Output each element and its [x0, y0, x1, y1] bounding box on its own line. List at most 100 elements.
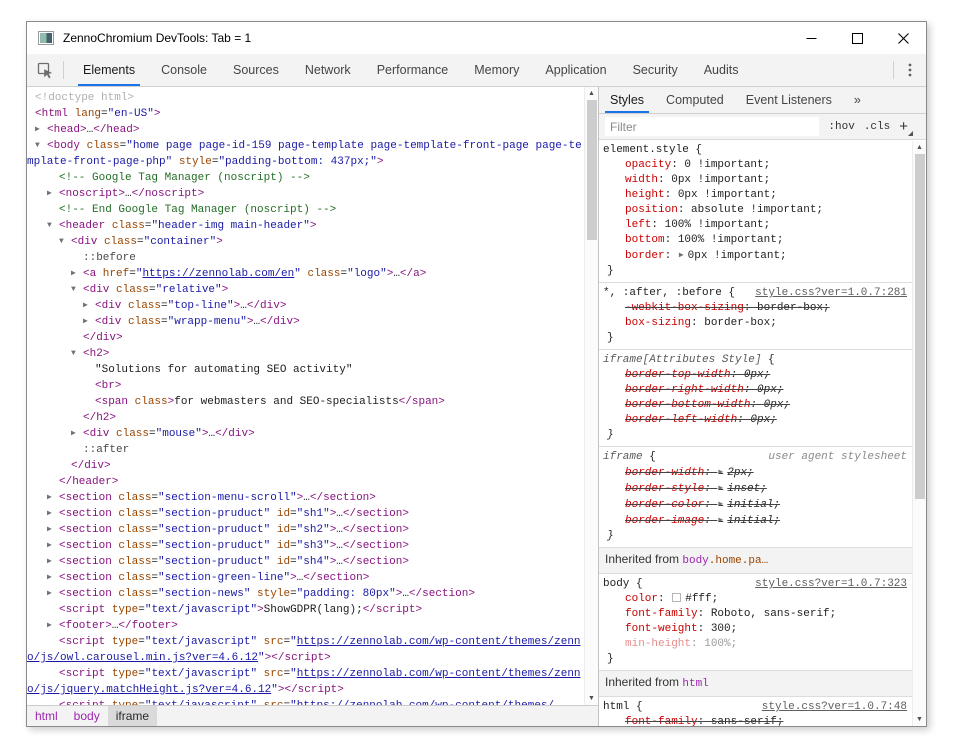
collapse-arrow-icon[interactable]: ▼: [59, 234, 71, 250]
dom-tree-line[interactable]: </div>: [27, 458, 584, 474]
rule-selector[interactable]: html: [603, 700, 629, 715]
styles-scrollbar[interactable]: ▲ ▼: [912, 141, 926, 726]
expand-arrow-icon[interactable]: ▶: [71, 266, 83, 282]
scroll-down-icon[interactable]: ▼: [585, 692, 598, 705]
tab-audits[interactable]: Audits: [691, 54, 752, 86]
sidebar-tab-styles[interactable]: Styles: [599, 87, 655, 113]
sidebar-tab-event-listeners[interactable]: Event Listeners: [735, 87, 843, 113]
more-tabs-icon[interactable]: »: [843, 87, 872, 113]
expand-value-icon[interactable]: ▶: [718, 484, 723, 493]
css-property[interactable]: border-right-width: 0px;: [603, 383, 907, 398]
css-property[interactable]: position: absolute !important;: [603, 203, 907, 218]
inherited-node-link[interactable]: body: [682, 555, 708, 567]
expand-value-icon[interactable]: ▶: [718, 516, 723, 525]
expand-arrow-icon[interactable]: ▶: [47, 570, 59, 586]
css-property[interactable]: left: 100% !important;: [603, 218, 907, 233]
expand-arrow-icon[interactable]: ▶: [47, 618, 59, 634]
inspect-element-icon[interactable]: [27, 54, 63, 86]
close-button[interactable]: [880, 22, 926, 54]
inherited-node-link[interactable]: html: [682, 678, 708, 690]
css-property[interactable]: border-bottom-width: 0px;: [603, 398, 907, 413]
dom-tree-line[interactable]: ▶<section class="section-news" style="pa…: [27, 586, 584, 602]
dom-tree-line[interactable]: </header>: [27, 474, 584, 490]
dom-tree-line[interactable]: ::after: [27, 442, 584, 458]
expand-arrow-icon[interactable]: ▶: [71, 426, 83, 442]
dom-tree-line[interactable]: ▶<div class="mouse">…</div>: [27, 426, 584, 442]
css-property[interactable]: -webkit-box-sizing: border-box;: [603, 301, 907, 316]
expand-arrow-icon[interactable]: ▶: [47, 506, 59, 522]
rule-selector[interactable]: iframe: [603, 450, 643, 465]
dom-tree-line[interactable]: ▶<section class="section-pruduct" id="sh…: [27, 538, 584, 554]
expand-arrow-icon[interactable]: ▶: [47, 538, 59, 554]
dom-tree-line[interactable]: <!-- Google Tag Manager (noscript) -->: [27, 170, 584, 186]
css-property[interactable]: bottom: 100% !important;: [603, 233, 907, 248]
breadcrumb-body[interactable]: body: [66, 706, 108, 726]
dom-tree-line[interactable]: ::before: [27, 250, 584, 266]
dom-tree-line[interactable]: <!doctype html>: [27, 90, 584, 106]
dom-tree-line[interactable]: ▶<head>…</head>: [27, 122, 584, 138]
css-property[interactable]: font-family: sans-serif;: [603, 715, 907, 726]
scroll-up-icon[interactable]: ▲: [585, 87, 598, 100]
expand-arrow-icon[interactable]: ▶: [83, 314, 95, 330]
expand-arrow-icon[interactable]: ▶: [47, 490, 59, 506]
more-options-icon[interactable]: [894, 54, 926, 86]
css-property[interactable]: height: 0px !important;: [603, 188, 907, 203]
rule-selector[interactable]: iframe[Attributes Style]: [603, 353, 761, 368]
dom-tree-line[interactable]: ▶<section class="section-pruduct" id="sh…: [27, 522, 584, 538]
expand-arrow-icon[interactable]: ▶: [47, 586, 59, 602]
dom-tree-line[interactable]: ▶<section class="section-menu-scroll">…<…: [27, 490, 584, 506]
css-property[interactable]: border-image: ▶initial;: [603, 513, 907, 529]
dom-tree-line[interactable]: ▼<header class="header-img main-header">: [27, 218, 584, 234]
breadcrumb-html[interactable]: html: [27, 706, 66, 726]
toggle-classes-button[interactable]: .cls: [864, 121, 890, 133]
dom-tree-line[interactable]: <br>: [27, 378, 584, 394]
css-property[interactable]: font-family: Roboto, sans-serif;: [603, 607, 907, 622]
collapse-arrow-icon[interactable]: ▼: [71, 282, 83, 298]
dom-tree-line[interactable]: ▶<footer>…</footer>: [27, 618, 584, 634]
scroll-down-icon[interactable]: ▼: [913, 713, 926, 726]
dom-tree-line[interactable]: ▶<div class="top-line">…</div>: [27, 298, 584, 314]
dom-tree-line[interactable]: </div>: [27, 330, 584, 346]
css-property[interactable]: border-top-width: 0px;: [603, 368, 907, 383]
scroll-up-icon[interactable]: ▲: [913, 141, 926, 154]
toggle-hover-state-button[interactable]: :hov: [828, 121, 854, 133]
tab-memory[interactable]: Memory: [461, 54, 532, 86]
dom-tree-line[interactable]: </h2>: [27, 410, 584, 426]
dom-tree-line[interactable]: ▼<div class="relative">: [27, 282, 584, 298]
expand-arrow-icon[interactable]: ▶: [83, 298, 95, 314]
scrollbar-thumb[interactable]: [587, 100, 597, 240]
css-property[interactable]: font-weight: 300;: [603, 622, 907, 637]
css-property[interactable]: box-sizing: border-box;: [603, 316, 907, 331]
dom-tree-line[interactable]: <!-- End Google Tag Manager (noscript) -…: [27, 202, 584, 218]
css-property[interactable]: border-style: ▶inset;: [603, 481, 907, 497]
expand-value-icon[interactable]: ▶: [718, 500, 723, 509]
dom-tree-line[interactable]: <html lang="en-US">: [27, 106, 584, 122]
expand-arrow-icon[interactable]: ▶: [35, 122, 47, 138]
dom-tree-line[interactable]: ▼<body class="home page page-id-159 page…: [27, 138, 584, 170]
expand-arrow-icon[interactable]: ▶: [47, 554, 59, 570]
dom-tree-line[interactable]: <script type="text/javascript" src="http…: [27, 698, 584, 705]
dom-tree-line[interactable]: ▶<div class="wrapp-menu">…</div>: [27, 314, 584, 330]
sidebar-tab-computed[interactable]: Computed: [655, 87, 735, 113]
dom-tree-line[interactable]: <span class>for webmasters and SEO-speci…: [27, 394, 584, 410]
expand-arrow-icon[interactable]: ▶: [47, 522, 59, 538]
css-property[interactable]: border: ▶0px !important;: [603, 248, 907, 264]
dom-tree-line[interactable]: ▼<div class="container">: [27, 234, 584, 250]
rule-selector[interactable]: body: [603, 577, 629, 592]
tab-security[interactable]: Security: [620, 54, 691, 86]
css-property[interactable]: border-color: ▶initial;: [603, 497, 907, 513]
dom-tree-line[interactable]: <script type="text/javascript" src="http…: [27, 634, 584, 666]
new-style-rule-button[interactable]: +: [899, 119, 908, 134]
dom-tree-line[interactable]: ▶<noscript>…</noscript>: [27, 186, 584, 202]
collapse-arrow-icon[interactable]: ▼: [71, 346, 83, 362]
collapse-arrow-icon[interactable]: ▼: [35, 138, 47, 154]
css-property[interactable]: border-left-width: 0px;: [603, 413, 907, 428]
expand-arrow-icon[interactable]: ▶: [47, 186, 59, 202]
tab-console[interactable]: Console: [148, 54, 220, 86]
rule-selector[interactable]: *, :after, :before: [603, 286, 722, 301]
css-property[interactable]: width: 0px !important;: [603, 173, 907, 188]
dom-tree-scrollbar[interactable]: ▲ ▼: [584, 87, 598, 705]
dom-tree-line[interactable]: "Solutions for automating SEO activity": [27, 362, 584, 378]
stylesheet-link[interactable]: style.css?ver=1.0.7:281: [747, 286, 907, 301]
tab-elements[interactable]: Elements: [70, 54, 148, 86]
